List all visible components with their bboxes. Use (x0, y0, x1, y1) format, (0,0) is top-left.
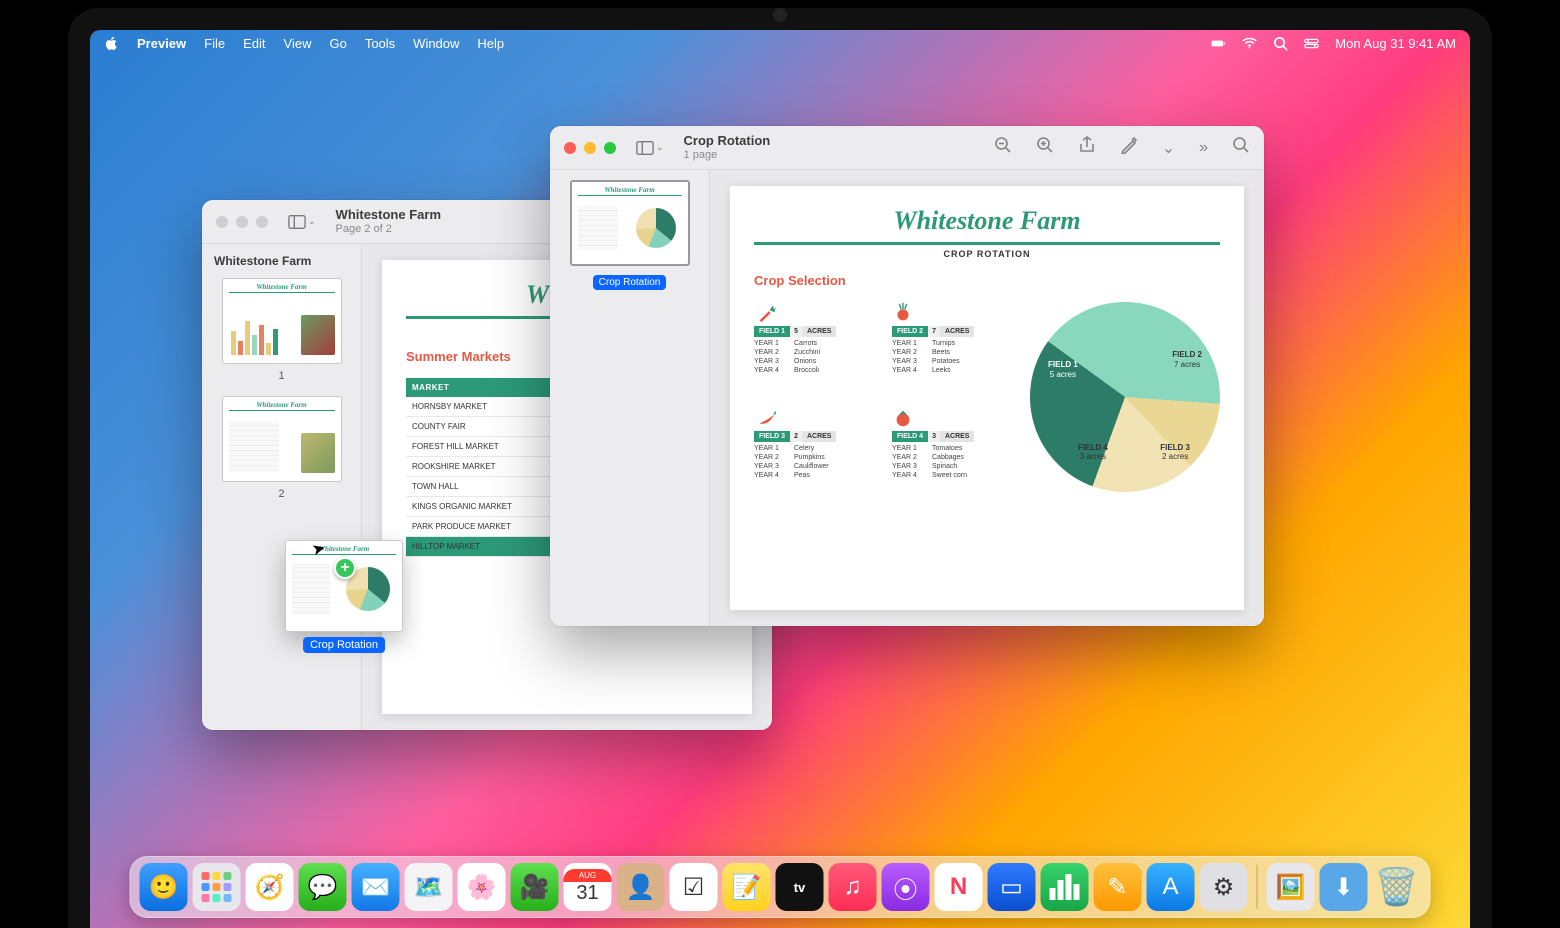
dock-contacts-icon[interactable]: 👤 (617, 863, 665, 911)
share-button[interactable] (1078, 136, 1096, 159)
apple-menu-icon[interactable] (104, 36, 119, 51)
maximize-button[interactable] (604, 142, 616, 154)
wifi-icon[interactable] (1242, 36, 1257, 51)
drag-ghost-label: Crop Rotation (303, 637, 385, 653)
menu-window[interactable]: Window (413, 36, 459, 51)
window-title: Crop Rotation (684, 134, 771, 148)
document-subtitle: CROP ROTATION (754, 249, 1220, 259)
table-header: MARKET (406, 378, 557, 397)
field-block: FIELD 43ACRESYEAR 1TomatoesYEAR 2Cabbage… (892, 407, 1010, 492)
menu-edit[interactable]: Edit (243, 36, 265, 51)
chili-icon (754, 407, 872, 429)
menu-view[interactable]: View (284, 36, 312, 51)
page-thumbnail-2[interactable]: Whitestone Farm 2 (214, 396, 349, 500)
sidebar-toggle-button[interactable]: ⌄ (288, 214, 316, 230)
dock-finder-icon[interactable]: 🙂 (140, 863, 188, 911)
markup-button[interactable] (1120, 136, 1138, 159)
dock-safari-icon[interactable]: 🧭 (246, 863, 294, 911)
dock-keynote-icon[interactable]: ▭ (988, 863, 1036, 911)
field-block: FIELD 32ACRESYEAR 1CeleryYEAR 2PumpkinsY… (754, 407, 872, 492)
thumbnail-sidebar: Whitestone Farm Crop Rotation (550, 170, 710, 626)
more-button[interactable]: » (1199, 139, 1208, 157)
thumbnail-label: 2 (214, 488, 349, 500)
dock-downloads-icon[interactable]: ⬇ (1320, 863, 1368, 911)
window-subtitle: Page 2 of 2 (336, 223, 441, 235)
traffic-lights (564, 142, 616, 154)
dock-photos-icon[interactable]: 🌸 (458, 863, 506, 911)
window-subtitle: 1 page (684, 149, 771, 161)
dock-messages-icon[interactable]: 💬 (299, 863, 347, 911)
pie-chart: FIELD 15 acres FIELD 27 acres FIELD 32 a… (1030, 302, 1220, 492)
dock-separator (1257, 865, 1258, 909)
close-button[interactable] (216, 216, 228, 228)
menu-help[interactable]: Help (477, 36, 504, 51)
preview-window-crop-rotation: ⌄ Crop Rotation 1 page ⌄ » (550, 126, 1264, 626)
title-rule (754, 242, 1220, 245)
dock-podcasts-icon[interactable]: ⦿ (882, 863, 930, 911)
page-thumbnail-1[interactable]: Whitestone Farm Crop Rotation (562, 180, 697, 290)
titlebar[interactable]: ⌄ Crop Rotation 1 page ⌄ » (550, 126, 1264, 170)
page-thumbnail-1[interactable]: Whitestone Farm (214, 278, 349, 382)
app-name[interactable]: Preview (137, 36, 186, 51)
chevron-down-icon: ⌄ (656, 142, 664, 153)
dock-preview-icon[interactable]: 🖼️ (1267, 863, 1315, 911)
dock: 🙂 🧭💬✉️🗺️🌸🎥AUG31👤☑📝tv♫⦿N▭ ✎A⚙ 🖼️⬇🗑️ (130, 856, 1431, 918)
drag-ghost-thumbnail: ➤ Whitestone Farm + Crop Rotation (285, 540, 403, 632)
close-button[interactable] (564, 142, 576, 154)
chevron-down-icon: ⌄ (308, 216, 316, 227)
dock-notes-icon[interactable]: 📝 (723, 863, 771, 911)
dock-music-icon[interactable]: ♫ (829, 863, 877, 911)
minimize-button[interactable] (584, 142, 596, 154)
menubar: Preview File Edit View Go Tools Window H… (90, 30, 1470, 56)
sidebar-toggle-button[interactable]: ⌄ (636, 140, 664, 156)
beet-icon (892, 302, 1010, 324)
search-button[interactable] (1232, 136, 1250, 159)
dock-trash-icon[interactable]: 🗑️ (1373, 863, 1421, 911)
control-center-icon[interactable] (1304, 36, 1319, 51)
tomato-icon (892, 407, 1010, 429)
dock-numbers-icon[interactable] (1041, 863, 1089, 911)
menubar-clock[interactable]: Mon Aug 31 9:41 AM (1335, 36, 1456, 51)
dock-launchpad-icon[interactable] (193, 863, 241, 911)
menu-tools[interactable]: Tools (365, 36, 395, 51)
dock-reminders-icon[interactable]: ☑ (670, 863, 718, 911)
carrot-icon (754, 302, 872, 324)
add-plus-icon: + (334, 557, 356, 579)
dropdown-button[interactable]: ⌄ (1162, 138, 1175, 158)
field-block: FIELD 27ACRESYEAR 1TurnipsYEAR 2BeetsYEA… (892, 302, 1010, 387)
cursor-icon: ➤ (310, 538, 328, 561)
traffic-lights (216, 216, 268, 228)
minimize-button[interactable] (236, 216, 248, 228)
dock-news-icon[interactable]: N (935, 863, 983, 911)
battery-icon[interactable] (1211, 36, 1226, 51)
menu-file[interactable]: File (204, 36, 225, 51)
dock-mail-icon[interactable]: ✉️ (352, 863, 400, 911)
zoom-out-button[interactable] (994, 136, 1012, 159)
dock-tv-icon[interactable]: tv (776, 863, 824, 911)
dock-maps-icon[interactable]: 🗺️ (405, 863, 453, 911)
dock-facetime-icon[interactable]: 🎥 (511, 863, 559, 911)
window-title: Whitestone Farm (336, 208, 441, 222)
dock-settings-icon[interactable]: ⚙ (1200, 863, 1248, 911)
thumbnail-label: 1 (214, 370, 349, 382)
thumbnail-label: Crop Rotation (593, 275, 667, 290)
dock-calendar-icon[interactable]: AUG31 (564, 863, 612, 911)
menu-go[interactable]: Go (329, 36, 346, 51)
dock-pages-icon[interactable]: ✎ (1094, 863, 1142, 911)
thumbnail-sidebar: Whitestone Farm Whitestone Farm (202, 244, 362, 730)
page-content-area: Whitestone Farm CROP ROTATION Crop Selec… (710, 170, 1264, 626)
section-heading: Crop Selection (754, 273, 1220, 288)
zoom-in-button[interactable] (1036, 136, 1054, 159)
field-block: FIELD 15ACRESYEAR 1CarrotsYEAR 2Zucchini… (754, 302, 872, 387)
maximize-button[interactable] (256, 216, 268, 228)
dock-appstore-icon[interactable]: A (1147, 863, 1195, 911)
document-title: Whitestone Farm (754, 206, 1220, 236)
sidebar-title: Whitestone Farm (214, 254, 349, 268)
spotlight-icon[interactable] (1273, 36, 1288, 51)
